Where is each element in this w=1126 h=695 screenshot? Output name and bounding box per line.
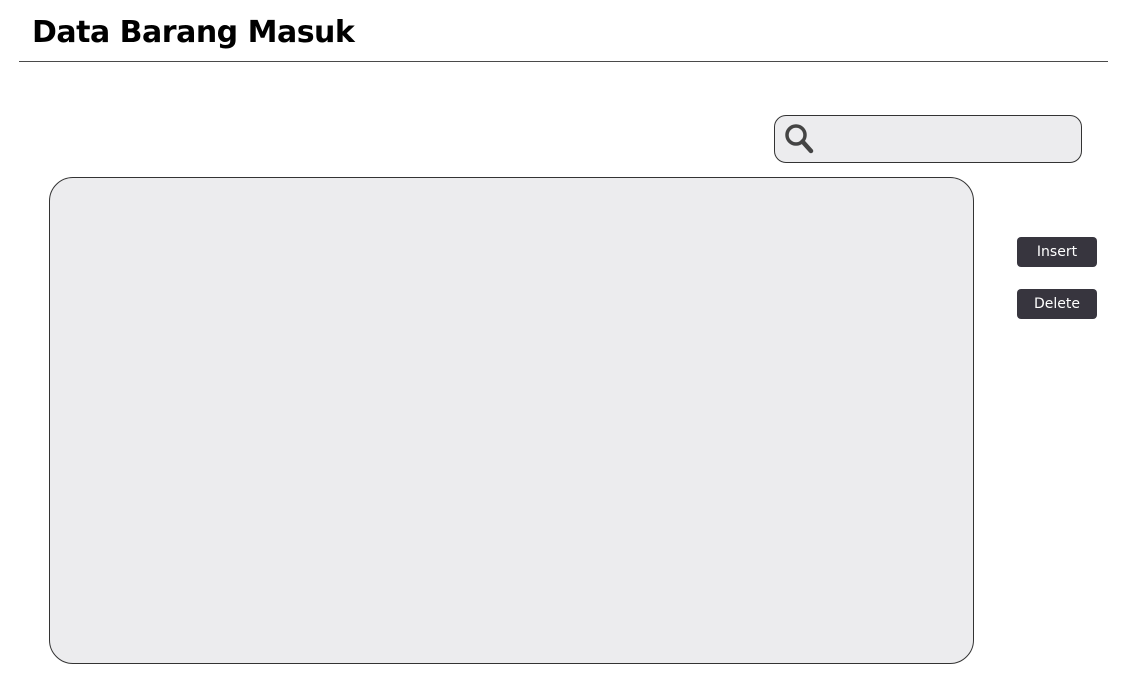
search-input[interactable] <box>817 116 1081 162</box>
insert-button[interactable]: Insert <box>1017 237 1097 267</box>
search-icon[interactable] <box>783 122 817 156</box>
delete-button[interactable]: Delete <box>1017 289 1097 319</box>
data-table-panel <box>49 177 974 664</box>
title-divider <box>19 61 1108 62</box>
search-box[interactable] <box>774 115 1082 163</box>
page-title: Data Barang Masuk <box>32 15 355 50</box>
